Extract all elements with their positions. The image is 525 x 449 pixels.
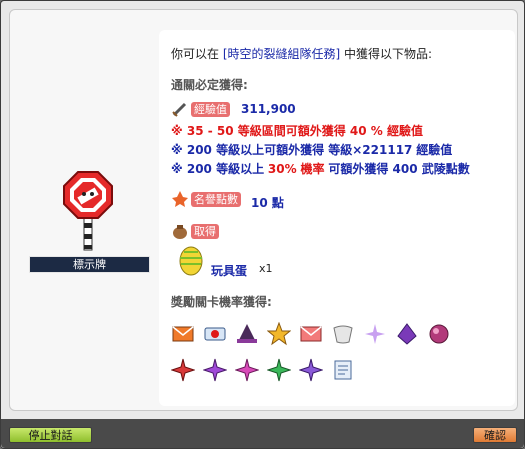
exp-bonus-line-1: ※ 35 - 50 等級區間可額外獲得 40 % 經驗值 bbox=[171, 124, 424, 138]
exp-bonus-line-2-suffix: 經驗值 bbox=[416, 143, 453, 157]
honor-label-tag: 名譽點數 bbox=[191, 192, 241, 207]
exp-bonus-line-2-prefix: ※ 200 等級以上可額外獲得 等級×221117 bbox=[171, 143, 413, 157]
envelope-reward-icon[interactable] bbox=[171, 322, 195, 346]
line3-pre: ※ 200 等級以上 bbox=[171, 162, 265, 176]
exp-label-tag: 經驗值 bbox=[191, 102, 230, 117]
toy-egg-icon[interactable] bbox=[177, 244, 205, 276]
npc-sign-icon bbox=[63, 171, 113, 251]
sparkle-reward-icon[interactable] bbox=[363, 322, 387, 346]
gold-leaf-reward-icon[interactable] bbox=[267, 322, 291, 346]
exp-bonus-line-2: ※ 200 等級以上可額外獲得 等級×221117 經驗值 bbox=[171, 141, 452, 158]
line3-mid: 機率 bbox=[300, 162, 325, 176]
dialog-footer: 停止對話 確認 bbox=[1, 419, 524, 448]
line3-post: 可額外獲得 400 武陵點數 bbox=[328, 162, 470, 176]
toy-egg-qty: x1 bbox=[259, 262, 273, 275]
exp-bonus-line-3: ※ 200 等級以上 30% 機率 可額外獲得 400 武陵點數 bbox=[171, 160, 470, 177]
violet-star-reward-icon[interactable] bbox=[299, 358, 323, 382]
crystal-reward-icon[interactable] bbox=[395, 322, 419, 346]
intro-text: 你可以在 [時空的裂縫組隊任務] 中獲得以下物品: bbox=[171, 45, 432, 62]
orb-reward-icon[interactable] bbox=[427, 322, 451, 346]
clear-section-title: 通關必定獲得: bbox=[171, 78, 248, 92]
letter-reward-icon[interactable] bbox=[299, 322, 323, 346]
sword-icon bbox=[172, 102, 187, 117]
bonus-section-title: 獎勵關卡機率獲得: bbox=[171, 295, 272, 309]
end-chat-button[interactable]: 停止對話 bbox=[9, 427, 92, 443]
honor-leaf-icon bbox=[172, 191, 188, 207]
confirm-button[interactable]: 確認 bbox=[473, 427, 517, 443]
intro-post: 中獲得以下物品: bbox=[344, 47, 433, 61]
exp-value: 311,900 bbox=[241, 102, 296, 116]
red-star-reward-icon[interactable] bbox=[171, 358, 195, 382]
reward-panel: 你可以在 [時空的裂縫組隊任務] 中獲得以下物品: 通關必定獲得: 經驗值 31… bbox=[159, 30, 515, 406]
purple-star-reward-icon[interactable] bbox=[203, 358, 227, 382]
toy-egg-name: 玩具蛋 bbox=[211, 264, 248, 278]
green-star-reward-icon[interactable] bbox=[267, 358, 291, 382]
scroll-reward-icon[interactable] bbox=[331, 358, 355, 382]
npc-dialog-window: 標示牌 你可以在 [時空的裂縫組隊任務] 中獲得以下物品: 通關必定獲得: 經驗… bbox=[0, 0, 525, 449]
line3-pct: 30% bbox=[267, 162, 297, 176]
cloth-reward-icon[interactable] bbox=[331, 322, 355, 346]
pink-star-reward-icon[interactable] bbox=[235, 358, 259, 382]
intro-pre: 你可以在 bbox=[171, 47, 220, 61]
obtain-label-tag: 取得 bbox=[191, 224, 219, 239]
ticket-reward-icon[interactable] bbox=[203, 322, 227, 346]
bag-icon bbox=[173, 225, 187, 239]
hat-reward-icon[interactable] bbox=[235, 322, 259, 346]
dialog-body: 標示牌 你可以在 [時空的裂縫組隊任務] 中獲得以下物品: 通關必定獲得: 經驗… bbox=[9, 9, 518, 411]
npc-name-label: 標示牌 bbox=[29, 256, 150, 273]
honor-value: 10 點 bbox=[251, 196, 284, 210]
quest-link[interactable]: [時空的裂縫組隊任務] bbox=[223, 47, 340, 61]
